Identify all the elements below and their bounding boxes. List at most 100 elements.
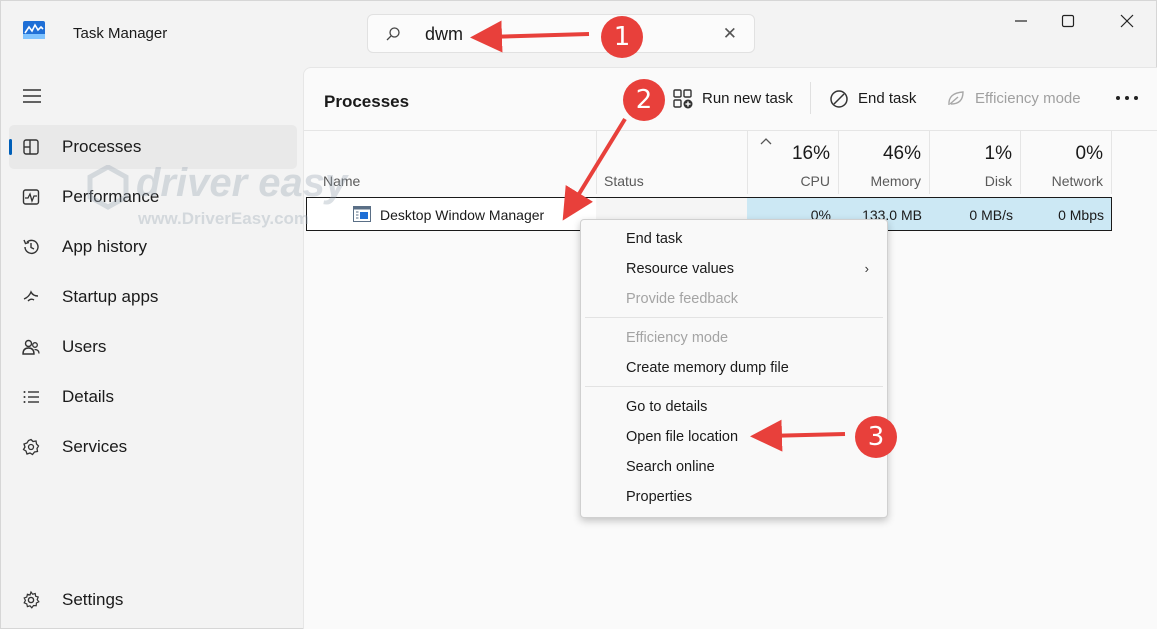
sidebar-item-processes[interactable]: Processes <box>9 125 297 169</box>
menu-item-provide-feedback[interactable]: Provide feedback <box>585 285 883 314</box>
memory-label: Memory <box>870 173 921 189</box>
search-box[interactable]: dwm ✕ <box>367 14 755 53</box>
column-status-label: Status <box>604 173 644 189</box>
cpu-percent: 16% <box>791 143 830 164</box>
sidebar-item-label: Details <box>62 387 114 406</box>
sidebar-item-label: App history <box>62 237 148 256</box>
processes-icon <box>23 139 39 155</box>
end-task-label: End task <box>858 90 917 107</box>
task-manager-app-icon <box>23 21 45 39</box>
sidebar-item-label: Settings <box>62 590 124 609</box>
process-disk-cell: 0 MB/s <box>929 197 1020 231</box>
menu-item-label: Resource values <box>626 261 734 277</box>
column-header-name[interactable]: Name <box>304 131 596 194</box>
active-indicator <box>9 139 12 155</box>
menu-divider <box>585 317 883 318</box>
gear-icon <box>23 590 40 609</box>
menu-item-label: Properties <box>626 489 693 505</box>
menu-item-end-task[interactable]: End task <box>585 225 883 254</box>
sidebar-item-label: Startup apps <box>62 287 159 306</box>
process-network-cell: 0 Mbps <box>1020 197 1112 231</box>
disk-percent: 1% <box>984 143 1012 164</box>
memory-percent: 46% <box>882 143 921 164</box>
menu-item-label: Create memory dump file <box>626 360 789 376</box>
history-icon <box>23 239 39 255</box>
toolbar-divider <box>810 82 811 114</box>
minimize-button[interactable] <box>1001 9 1041 33</box>
menu-item-go-to-details[interactable]: Go to details <box>585 393 883 422</box>
process-disk: 0 MB/s <box>969 207 1013 223</box>
process-name: Desktop Window Manager <box>380 207 545 223</box>
process-name-cell: Desktop Window Manager <box>306 197 596 231</box>
search-icon <box>386 27 400 41</box>
startup-icon <box>23 290 39 302</box>
menu-item-efficiency-mode[interactable]: Efficiency mode <box>585 324 883 353</box>
services-icon <box>22 438 40 456</box>
sidebar-item-startup-apps[interactable]: Startup apps <box>9 275 297 319</box>
column-header-network[interactable]: 0% Network <box>1020 131 1112 194</box>
hamburger-icon[interactable] <box>21 87 43 105</box>
cpu-label: CPU <box>800 173 830 189</box>
menu-divider <box>585 386 883 387</box>
leaf-icon <box>948 91 964 106</box>
menu-item-label: Go to details <box>626 399 708 415</box>
menu-item-label: Search online <box>626 459 715 475</box>
sidebar-item-app-history[interactable]: App history <box>9 225 297 269</box>
sort-up-icon <box>760 138 772 145</box>
sidebar-item-label: Performance <box>62 187 160 206</box>
more-options-icon[interactable] <box>1114 88 1140 108</box>
sidebar-item-label: Services <box>62 437 128 456</box>
sidebar-item-users[interactable]: Users <box>9 325 297 369</box>
menu-item-open-file-location[interactable]: Open file location <box>585 423 883 452</box>
end-task-button[interactable]: End task <box>828 86 923 112</box>
users-icon <box>22 339 40 355</box>
page-title: Processes <box>324 92 410 111</box>
end-task-icon <box>830 90 848 108</box>
process-network: 0 Mbps <box>1058 207 1104 223</box>
close-icon <box>1120 14 1134 28</box>
close-button[interactable] <box>1107 9 1147 33</box>
sidebar-item-performance[interactable]: Performance <box>9 175 297 219</box>
search-input[interactable]: dwm <box>425 24 463 45</box>
menu-item-create-memory-dump[interactable]: Create memory dump file <box>585 354 883 383</box>
sidebar-item-label: Users <box>62 337 107 356</box>
run-new-task-label: Run new task <box>702 90 793 107</box>
disk-label: Disk <box>984 173 1012 189</box>
column-header-disk[interactable]: 1% Disk <box>929 131 1020 194</box>
chevron-right-icon: › <box>864 261 869 276</box>
menu-item-search-online[interactable]: Search online <box>585 453 883 482</box>
maximize-button[interactable] <box>1048 9 1088 33</box>
column-header-cpu[interactable]: 16% CPU <box>747 131 838 194</box>
performance-icon <box>22 189 40 205</box>
menu-item-label: Provide feedback <box>626 291 739 307</box>
sidebar-item-details[interactable]: Details <box>9 375 297 419</box>
menu-item-label: End task <box>626 231 683 247</box>
column-header-status[interactable]: Status <box>596 131 747 194</box>
sidebar-item-settings[interactable]: Settings <box>9 578 297 622</box>
sidebar-item-services[interactable]: Services <box>9 425 297 469</box>
column-header-memory[interactable]: 46% Memory <box>838 131 929 194</box>
window-app-icon <box>353 206 371 222</box>
clear-search-icon[interactable]: ✕ <box>723 24 737 44</box>
network-label: Network <box>1051 173 1103 189</box>
run-new-task-button[interactable]: Run new task <box>672 86 797 112</box>
annotation-badge-1: 1 <box>601 16 643 58</box>
context-menu: End task Resource values › Provide feedb… <box>580 219 888 518</box>
efficiency-mode-label: Efficiency mode <box>975 90 1081 107</box>
app-title: Task Manager <box>73 25 168 42</box>
column-name-label: Name <box>323 173 361 189</box>
menu-item-resource-values[interactable]: Resource values › <box>585 255 883 284</box>
annotation-badge-2: 2 <box>623 79 665 121</box>
menu-item-label: Efficiency mode <box>626 330 729 346</box>
network-percent: 0% <box>1075 143 1103 164</box>
menu-item-properties[interactable]: Properties <box>585 483 883 512</box>
details-icon <box>23 391 39 403</box>
sidebar: Processes Performance App history Startu… <box>1 65 303 629</box>
minimize-icon <box>1015 20 1027 22</box>
menu-item-label: Open file location <box>626 429 739 445</box>
sidebar-item-label: Processes <box>62 137 142 156</box>
annotation-badge-3: 3 <box>855 416 897 458</box>
efficiency-mode-button[interactable]: Efficiency mode <box>945 86 1090 112</box>
maximize-icon <box>1061 14 1075 28</box>
title-bar: Task Manager dwm ✕ <box>1 1 1156 65</box>
